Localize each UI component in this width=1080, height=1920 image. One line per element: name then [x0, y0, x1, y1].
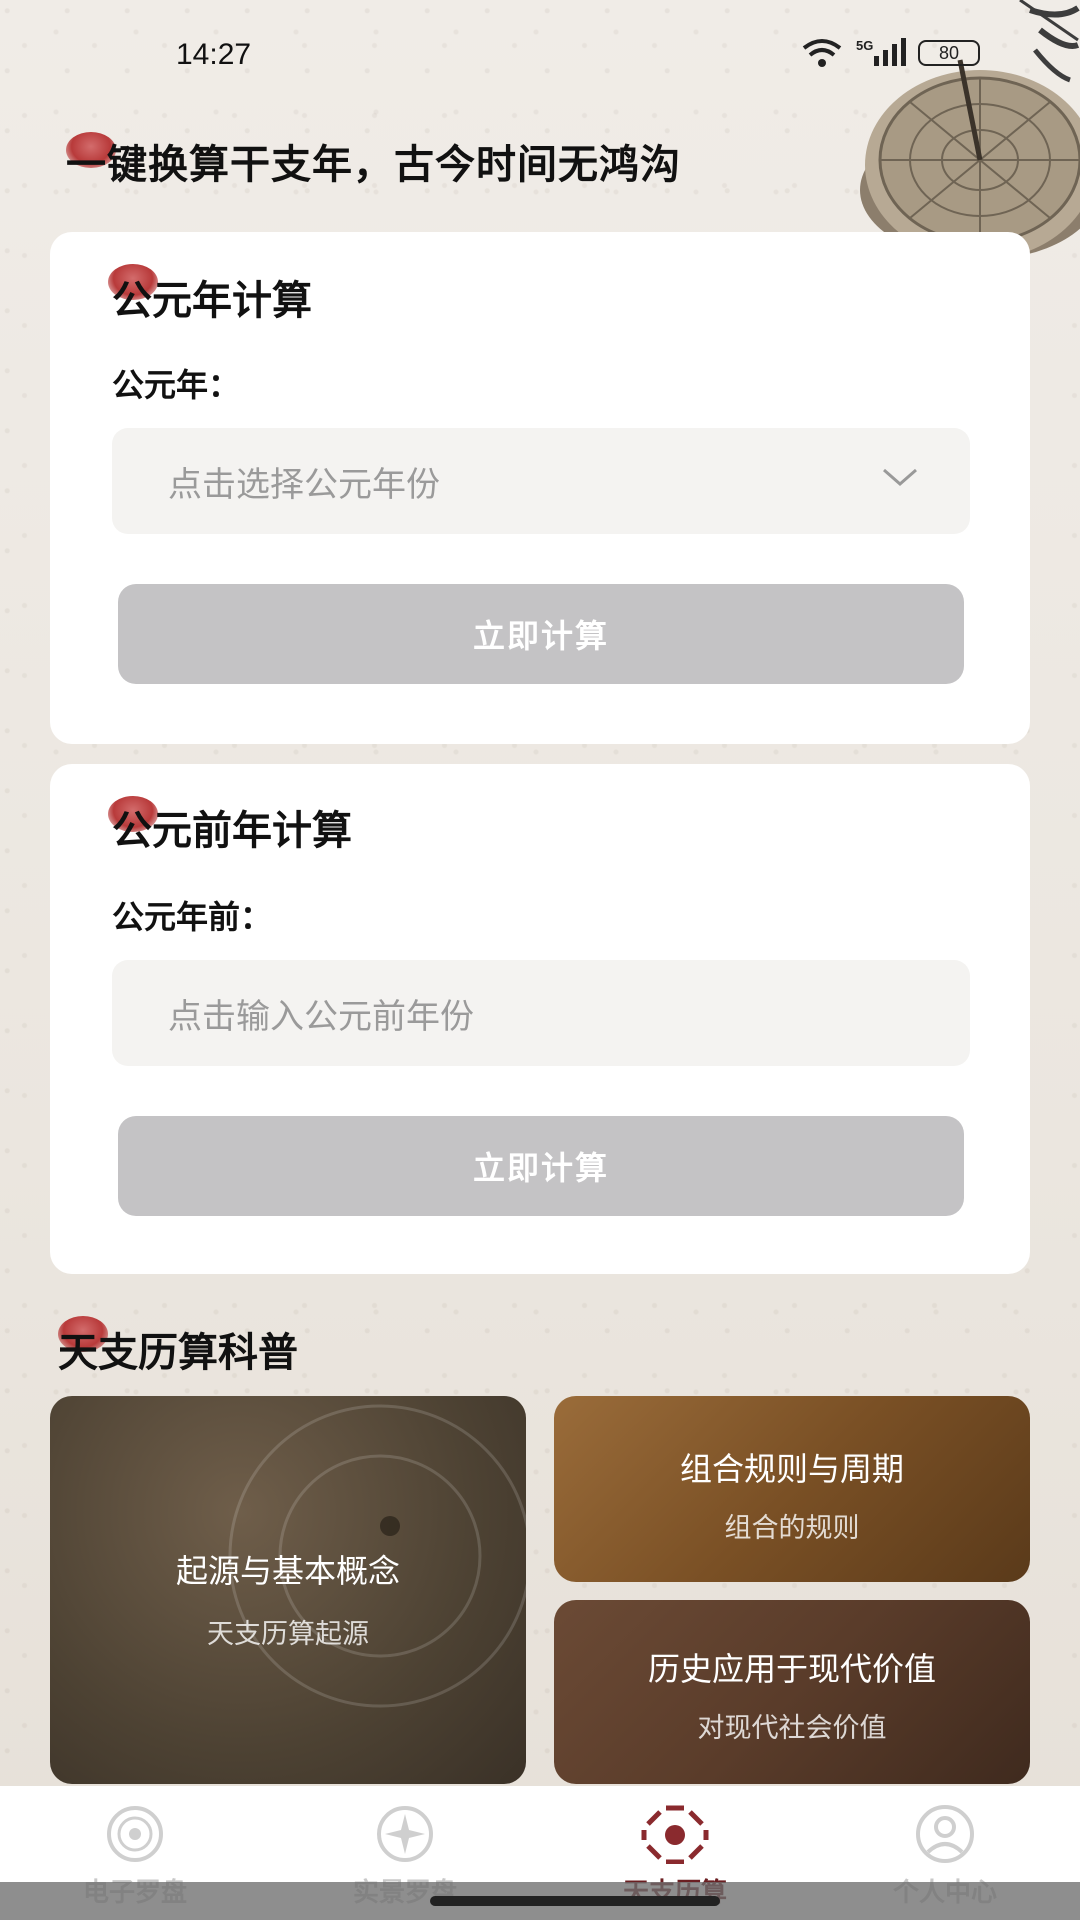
ad-year-placeholder: 点击选择公元年份: [168, 464, 440, 505]
tile-origin-title: 起源与基本概念: [175, 1552, 400, 1590]
bc-year-input[interactable]: 点击输入公元前年份: [112, 960, 970, 1066]
tile-history[interactable]: 历史应用于现代价值 对现代社会价值: [554, 1600, 1030, 1784]
tile-history-title: 历史应用于现代价值: [647, 1650, 936, 1688]
status-bar: 14:27 5G 80: [0, 0, 1080, 110]
ad-year-card: 公元年计算 公元年： 点击选择公元年份 立即计算: [50, 232, 1030, 744]
compass-dial-icon: [107, 1806, 163, 1862]
tile-origin[interactable]: 起源与基本概念 天支历算起源: [50, 1396, 526, 1784]
tile-history-subtitle: 对现代社会价值: [697, 1713, 887, 1744]
tile-rules-title: 组合规则与周期: [679, 1450, 904, 1488]
compass-rose-icon: [377, 1806, 433, 1862]
ad-card-title: 公元年计算: [112, 278, 312, 324]
ad-calculate-button[interactable]: 立即计算: [118, 584, 964, 684]
tile-rules[interactable]: 组合规则与周期 组合的规则: [554, 1396, 1030, 1582]
bc-year-card: 公元前年计算 公元年前： 点击输入公元前年份 立即计算: [50, 764, 1030, 1274]
status-icons: 5G 80: [800, 38, 980, 68]
tile-origin-subtitle: 天支历算起源: [207, 1619, 369, 1650]
bc-card-title: 公元前年计算: [112, 808, 352, 854]
chevron-down-icon: [883, 468, 917, 486]
ad-year-label: 公元年：: [112, 366, 241, 404]
battery-icon: 80: [918, 40, 980, 66]
page-headline: 一键换算干支年，古今时间无鸿沟: [66, 142, 681, 188]
wifi-icon: [802, 39, 842, 67]
network-label: 5G: [856, 38, 873, 53]
bc-year-placeholder: 点击输入公元前年份: [168, 996, 474, 1037]
signal-5g-icon: 5G: [856, 38, 906, 66]
bc-calculate-button[interactable]: 立即计算: [118, 1116, 964, 1216]
ad-year-select[interactable]: 点击选择公元年份: [112, 428, 970, 534]
science-section-title: 天支历算科普: [58, 1330, 298, 1376]
status-time: 14:27: [176, 38, 252, 71]
user-icon: [916, 1805, 974, 1863]
bagua-icon: [641, 1805, 709, 1864]
home-indicator[interactable]: [430, 1896, 720, 1906]
bc-year-label: 公元年前：: [112, 898, 273, 936]
tile-rules-subtitle: 组合的规则: [724, 1513, 860, 1544]
